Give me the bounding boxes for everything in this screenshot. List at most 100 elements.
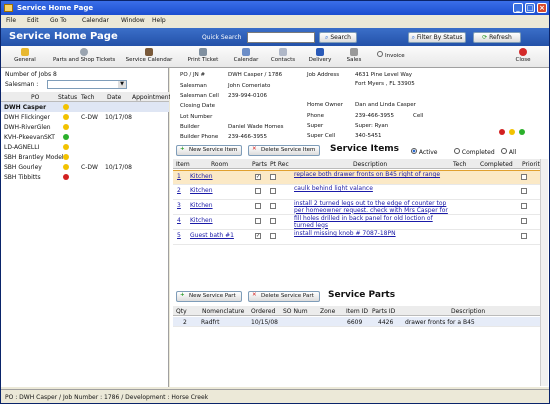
app-icon (4, 4, 13, 12)
item-description[interactable]: install missing knob # 7087-18PN (294, 230, 452, 238)
menu-help[interactable]: Help (152, 17, 166, 24)
part-qty: 2 (183, 319, 187, 326)
job-row[interactable]: DWH Casper (1, 102, 169, 112)
service-item-row[interactable]: 5 Guest bath #1 ✓ install missing knob # 70… (173, 230, 547, 245)
col-description[interactable]: Description (353, 161, 387, 168)
refresh-button[interactable]: ⟳ Refresh (473, 32, 521, 43)
item-room[interactable]: Kitchen (190, 217, 213, 224)
col-tech[interactable]: Tech (81, 94, 94, 101)
col-ptrec[interactable]: Pt Rec (270, 161, 289, 168)
service-item-row[interactable]: 1 Kitchen ✓ replace both drawer fronts on B… (173, 170, 547, 185)
item-number[interactable]: 1 (177, 173, 181, 180)
col-po[interactable]: PO (31, 94, 39, 101)
ptrec-checkbox[interactable] (270, 233, 276, 239)
close-button[interactable]: Close (511, 48, 535, 66)
menu-calendar[interactable]: Calendar (82, 17, 109, 24)
menu-edit[interactable]: Edit (27, 17, 39, 24)
col-parts[interactable]: Parts (252, 161, 267, 168)
parts-checkbox[interactable]: ✓ (255, 233, 261, 239)
plus-icon: + (180, 292, 185, 298)
print-ticket-button[interactable]: Print Ticket (183, 48, 223, 66)
item-number[interactable]: 3 (177, 202, 181, 209)
contacts-button[interactable]: Contacts (267, 48, 299, 66)
ptrec-checkbox[interactable] (270, 174, 276, 180)
service-part-row[interactable]: 2 Radfrt 10/15/08 6609 4426 drawer fronts for… (173, 317, 547, 327)
new-service-part-button[interactable]: + New Service Part (176, 291, 242, 302)
item-room[interactable]: Kitchen (190, 173, 213, 180)
priority-checkbox[interactable] (521, 218, 527, 224)
parts-checkbox[interactable] (255, 218, 261, 224)
invoice-button[interactable]: Invoice (373, 51, 409, 69)
item-room[interactable]: Guest bath #1 (190, 232, 234, 239)
delivery-button[interactable]: Delivery (305, 48, 335, 66)
item-number[interactable]: 5 (177, 232, 181, 239)
item-number[interactable]: 4 (177, 217, 181, 224)
menu-file[interactable]: File (6, 17, 16, 24)
calendar-button[interactable]: Calendar (231, 48, 261, 66)
col-appointment[interactable]: Appointment (132, 94, 171, 101)
col-item[interactable]: Item (176, 161, 190, 168)
priority-checkbox[interactable] (521, 188, 527, 194)
col-parts-id[interactable]: Parts ID (372, 308, 395, 315)
job-row[interactable]: SBH Gourley C-DW 10/17/08 (1, 162, 169, 172)
col-item-id[interactable]: Item ID (346, 308, 368, 315)
menu-window[interactable]: Window (121, 17, 145, 24)
parts-checkbox[interactable] (255, 188, 261, 194)
filter-by-status-button[interactable]: ⌕ Filter By Status (408, 32, 466, 43)
job-row[interactable]: SBH Tibbitts (1, 172, 169, 182)
item-description[interactable]: caulk behind light valance (294, 185, 452, 193)
item-room[interactable]: Kitchen (190, 187, 213, 194)
close-window-button[interactable]: × (537, 3, 547, 13)
item-description[interactable]: fill holes drilled in back panel for old… (294, 215, 452, 229)
job-row[interactable]: KVH-PkeevanSKT (1, 132, 169, 142)
service-item-row[interactable]: 3 Kitchen install 2 turned legs out to the… (173, 200, 547, 215)
job-row[interactable]: DWH-RiverGlen (1, 122, 169, 132)
col-date[interactable]: Date (107, 94, 121, 101)
filter-completed-radio[interactable]: Completed (454, 148, 495, 156)
filter-active-radio[interactable]: Active (411, 148, 437, 156)
salesman-select[interactable]: ▼ (47, 80, 127, 89)
ptrec-checkbox[interactable] (270, 203, 276, 209)
sales-button[interactable]: Sales (341, 48, 367, 66)
item-description[interactable]: replace both drawer fronts on B45 right … (294, 171, 452, 179)
search-button[interactable]: ⌕ Search (319, 32, 357, 43)
item-description[interactable]: install 2 turned legs out to the edge of… (294, 200, 452, 214)
col-part-description[interactable]: Description (451, 308, 485, 315)
general-button[interactable]: General (7, 48, 43, 66)
col-so-num[interactable]: SO Num (283, 308, 308, 315)
menu-goto[interactable]: Go To (50, 17, 67, 24)
job-row[interactable]: LD-AGNELLI (1, 142, 169, 152)
col-nomenclature[interactable]: Nomenclature (202, 308, 244, 315)
col-completed[interactable]: Completed (480, 161, 513, 168)
delete-service-part-button[interactable]: ✕ Delete Service Part (248, 291, 320, 302)
delete-service-item-button[interactable]: ✕ Delete Service Item (248, 145, 320, 156)
parts-checkbox[interactable] (255, 203, 261, 209)
parts-shop-tickets-button[interactable]: Parts and Shop Tickets (53, 48, 115, 66)
service-item-row[interactable]: 4 Kitchen fill holes drilled in back panel… (173, 215, 547, 230)
service-item-row[interactable]: 2 Kitchen caulk behind light valance (173, 185, 547, 200)
new-service-item-button[interactable]: + New Service Item (176, 145, 242, 156)
job-row[interactable]: DWH Flickinger C-DW 10/17/08 (1, 112, 169, 122)
ptrec-checkbox[interactable] (270, 218, 276, 224)
col-tech-items[interactable]: Tech (453, 161, 466, 168)
service-calendar-button[interactable]: Service Calendar (123, 48, 175, 66)
service-parts-scrollbar[interactable] (540, 306, 548, 386)
maximize-button[interactable]: □ (525, 3, 535, 13)
priority-checkbox[interactable] (521, 203, 527, 209)
item-number[interactable]: 2 (177, 187, 181, 194)
item-room[interactable]: Kitchen (190, 202, 213, 209)
col-room[interactable]: Room (211, 161, 228, 168)
priority-checkbox[interactable] (521, 174, 527, 180)
col-status[interactable]: Status (58, 94, 77, 101)
minimize-button[interactable]: _ (513, 3, 523, 13)
priority-checkbox[interactable] (521, 233, 527, 239)
filter-all-radio[interactable]: All (501, 148, 516, 156)
col-qty[interactable]: Qty (176, 308, 187, 315)
job-row[interactable]: SBH Brantley Model (1, 152, 169, 162)
col-ordered[interactable]: Ordered (251, 308, 275, 315)
col-zone[interactable]: Zone (320, 308, 335, 315)
ptrec-checkbox[interactable] (270, 188, 276, 194)
chevron-down-icon[interactable]: ▼ (118, 81, 126, 88)
parts-checkbox[interactable]: ✓ (255, 174, 261, 180)
quick-search-input[interactable] (247, 32, 315, 43)
